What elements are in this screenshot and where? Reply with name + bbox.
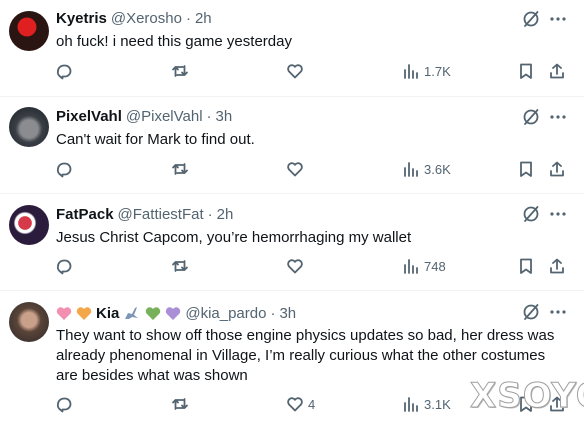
like-button[interactable]: 4 <box>286 395 315 413</box>
retweet-button[interactable] <box>171 395 189 413</box>
timestamp[interactable]: 2h <box>195 10 212 27</box>
divider <box>0 193 584 194</box>
view-count: 3.6K <box>424 161 451 177</box>
author-handle[interactable]: @PixelVahl <box>126 108 203 125</box>
views-button[interactable]: 1.7K <box>402 62 451 80</box>
views-icon <box>404 259 418 274</box>
view-count: 748 <box>424 258 446 274</box>
bookmark-button[interactable] <box>517 62 535 80</box>
purple-heart-icon <box>166 306 181 320</box>
timestamp[interactable]: 3h <box>279 305 296 322</box>
author-handle[interactable]: @Xerosho <box>111 10 182 27</box>
retweet-button[interactable] <box>171 62 189 80</box>
bookmark-icon <box>520 258 532 274</box>
share-icon <box>550 161 564 177</box>
share-button[interactable] <box>548 257 566 275</box>
bookmark-button[interactable] <box>517 160 535 178</box>
bookmark-icon <box>520 161 532 177</box>
view-count: 3.1K <box>424 396 451 412</box>
pink-heart-icon <box>56 306 72 320</box>
reply-icon <box>56 259 72 275</box>
tweet-header: Kia @kia_pardo · 3h <box>56 303 296 323</box>
share-icon <box>550 63 564 79</box>
retweet-icon <box>172 398 188 410</box>
heart-icon <box>287 397 303 412</box>
more-icon[interactable] <box>549 303 567 321</box>
share-icon <box>550 258 564 274</box>
tweet-header: Kyetris @Xerosho · 2h <box>56 8 212 28</box>
retweet-icon <box>172 65 188 77</box>
retweet-button[interactable] <box>171 257 189 275</box>
reply-icon <box>56 397 72 413</box>
retweet-icon <box>172 260 188 272</box>
like-count: 4 <box>308 396 316 412</box>
separator-dot: · <box>207 205 213 223</box>
tweet-header: PixelVahl @PixelVahl · 3h <box>56 106 232 126</box>
reply-button[interactable] <box>55 257 73 275</box>
action-bar: 748 <box>0 257 584 281</box>
separator-dot: · <box>206 107 212 125</box>
bookmark-icon <box>520 63 532 79</box>
heart-icon <box>287 64 303 79</box>
reply-button[interactable] <box>55 160 73 178</box>
like-button[interactable] <box>286 160 308 178</box>
views-icon <box>404 162 418 177</box>
share-button[interactable] <box>548 160 566 178</box>
grok-icon[interactable] <box>522 108 540 126</box>
heart-icon <box>287 259 303 274</box>
like-button[interactable] <box>286 62 308 80</box>
view-count: 1.7K <box>424 63 451 79</box>
more-icon[interactable] <box>549 205 567 223</box>
author-name[interactable]: FatPack <box>56 206 114 223</box>
timestamp[interactable]: 2h <box>217 206 234 223</box>
green-heart-icon <box>146 306 161 320</box>
reply-icon <box>56 64 72 80</box>
share-button[interactable] <box>548 62 566 80</box>
avatar[interactable] <box>9 302 49 342</box>
avatar[interactable] <box>9 205 49 245</box>
grok-icon[interactable] <box>522 205 540 223</box>
watermark: XSOYO <box>470 376 584 417</box>
tweet-header: FatPack @FattiestFat · 2h <box>56 204 233 224</box>
views-button[interactable]: 3.6K <box>402 160 451 178</box>
more-icon[interactable] <box>549 108 567 126</box>
author-name[interactable]: Kia <box>96 305 119 322</box>
more-icon[interactable] <box>549 10 567 28</box>
retweet-icon <box>172 163 188 175</box>
orange-heart-icon <box>76 306 92 320</box>
reply-button[interactable] <box>55 62 73 80</box>
divider <box>0 290 584 291</box>
author-name[interactable]: PixelVahl <box>56 108 122 125</box>
bookmark-button[interactable] <box>517 257 535 275</box>
reply-icon <box>56 162 72 178</box>
views-icon <box>404 64 418 79</box>
tweet-text: Can't wait for Mark to find out. <box>56 131 255 148</box>
author-name[interactable]: Kyetris <box>56 10 107 27</box>
retweet-button[interactable] <box>171 160 189 178</box>
divider <box>0 96 584 97</box>
action-bar: 3.6K <box>0 160 584 184</box>
tweet-text: Jesus Christ Capcom, you’re hemorrhaging… <box>56 229 412 246</box>
views-icon <box>404 397 418 412</box>
grok-icon[interactable] <box>522 303 540 321</box>
like-button[interactable] <box>286 257 308 275</box>
author-handle[interactable]: @FattiestFat <box>118 206 204 223</box>
author-handle[interactable]: @kia_pardo <box>185 305 266 322</box>
heart-icon <box>287 162 303 177</box>
views-button[interactable]: 748 <box>402 257 446 275</box>
avatar[interactable] <box>9 107 49 147</box>
reply-button[interactable] <box>55 395 73 413</box>
views-button[interactable]: 3.1K <box>402 395 451 413</box>
avatar[interactable] <box>9 11 49 51</box>
dinosaur-icon <box>125 307 139 319</box>
separator-dot: · <box>270 304 276 322</box>
separator-dot: · <box>185 9 191 27</box>
action-bar: 1.7K <box>0 62 584 86</box>
tweet-text: oh fuck! i need this game yesterday <box>56 33 292 50</box>
timestamp[interactable]: 3h <box>216 108 233 125</box>
grok-icon[interactable] <box>522 10 540 28</box>
